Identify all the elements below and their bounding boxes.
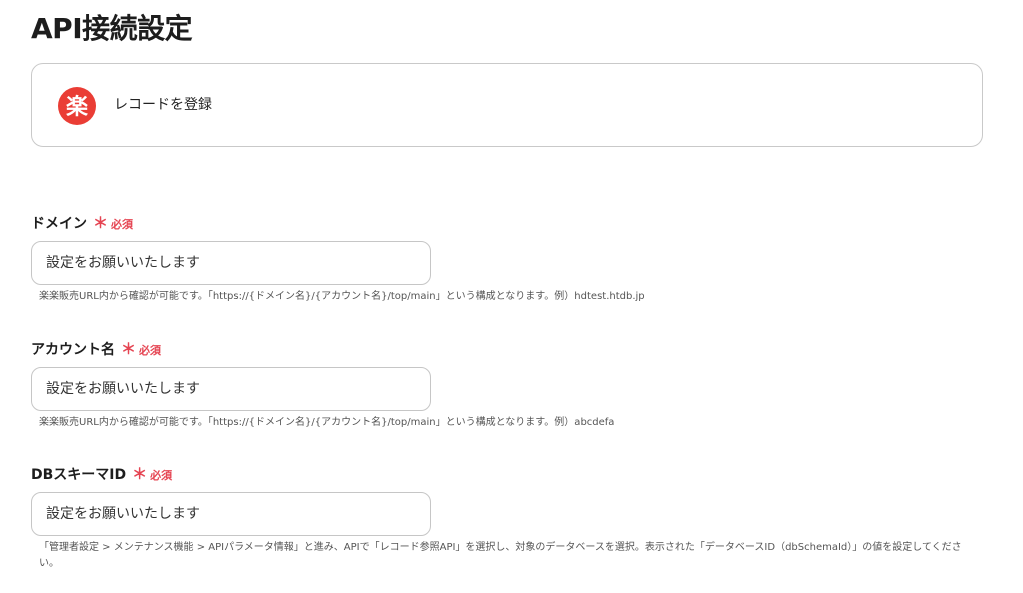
rakuten-logo-icon: 楽 — [58, 87, 96, 125]
field-label: ドメイン ＊ 必須 — [31, 213, 991, 233]
required-asterisk: ＊ — [132, 465, 148, 483]
field-label: アカウント名 ＊ 必須 — [31, 339, 991, 359]
account-name-help-text: 楽楽販売URL内から確認が可能です。「https://{ドメイン名}/{アカウン… — [39, 417, 615, 428]
account-name-label: アカウント名 — [31, 342, 115, 358]
domain-field: ドメイン ＊ 必須 楽楽販売URL内から確認が可能です。「https://{ドメ… — [31, 213, 991, 305]
required-asterisk: ＊ — [93, 214, 109, 232]
db-schema-id-label: DBスキーマID — [31, 467, 127, 483]
required-badge: 必須 — [150, 469, 173, 482]
domain-label: ドメイン — [31, 216, 87, 232]
db-schema-id-field: DBスキーマID ＊ 必須 「管理者設定 > メンテナンス機能 > APIパラメ… — [31, 464, 991, 572]
account-name-field: アカウント名 ＊ 必須 楽楽販売URL内から確認が可能です。「https://{… — [31, 339, 991, 431]
app-action-card[interactable]: 楽 レコードを登録 — [31, 63, 983, 147]
required-badge: 必須 — [139, 344, 162, 357]
db-schema-id-help-text: 「管理者設定 > メンテナンス機能 > APIパラメータ情報」と進み、APIで「… — [39, 542, 962, 569]
account-name-input[interactable] — [31, 367, 431, 411]
page-title: API接続設定 — [31, 12, 193, 45]
required-badge: 必須 — [111, 218, 134, 231]
logo-glyph: 楽 — [66, 94, 89, 120]
domain-help-text: 楽楽販売URL内から確認が可能です。「https://{ドメイン名}/{アカウン… — [39, 291, 645, 302]
domain-input[interactable] — [31, 241, 431, 285]
db-schema-id-input[interactable] — [31, 492, 431, 536]
action-label: レコードを登録 — [114, 97, 212, 113]
required-asterisk: ＊ — [121, 340, 137, 358]
field-label: DBスキーマID ＊ 必須 — [31, 464, 991, 484]
